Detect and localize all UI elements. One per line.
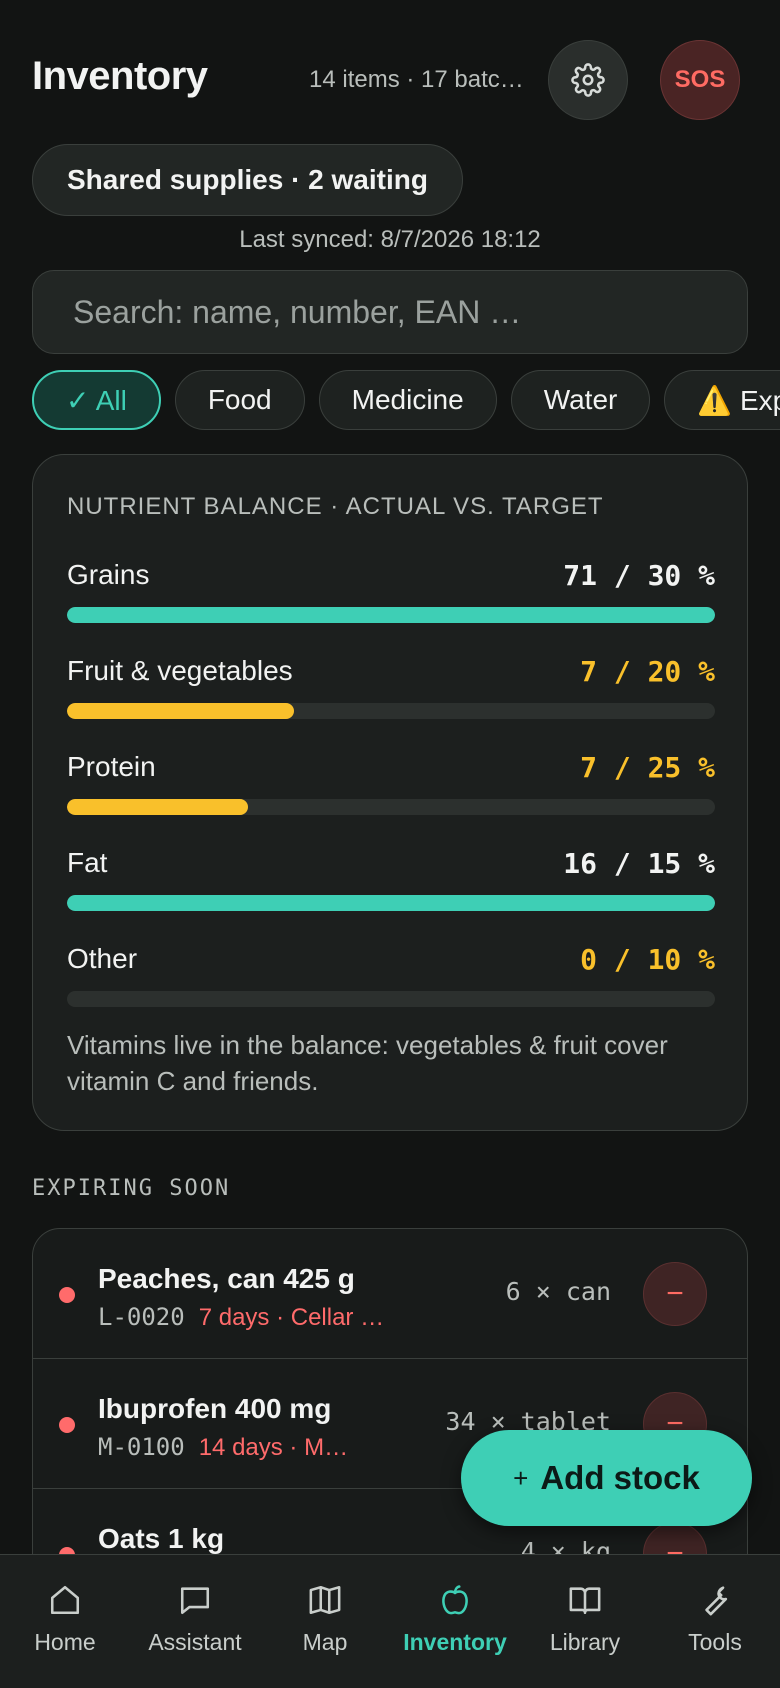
filter-chip-food[interactable]: Food: [174, 370, 305, 430]
nutrient-label: Fruit & vegetables: [67, 655, 293, 686]
nav-label: Home: [34, 1629, 96, 1655]
nav-label: Map: [302, 1629, 348, 1655]
nav-label: Assistant: [148, 1629, 242, 1655]
filter-chip-all[interactable]: ✓ All: [32, 370, 161, 430]
nutrient-label: Grains: [67, 559, 150, 590]
nutrient-label: Fat: [67, 847, 108, 878]
wrench-icon: [705, 1586, 728, 1616]
expiry-status-dot: [59, 1287, 75, 1303]
book-icon: [569, 1587, 601, 1615]
nutrient-progress-fill: [67, 895, 715, 911]
nutrient-value: 71 / 30 %: [563, 559, 715, 592]
nutrient-value: 7 / 25 %: [580, 751, 715, 784]
item-expiry: 14 days · M…: [198, 1434, 349, 1461]
nav-label: Inventory: [403, 1629, 507, 1655]
nutrient-progress-track: [67, 607, 715, 623]
filter-chip-medicine[interactable]: Medicine: [318, 370, 497, 430]
nutrient-row-grains: Grains 71 / 30 %: [67, 559, 715, 639]
item-details: L-0020 7 days · Cellar …: [98, 1303, 398, 1332]
nutrient-progress-track: [67, 895, 715, 911]
nav-item-inventory[interactable]: Inventory: [390, 1555, 520, 1688]
item-code: L-0020: [98, 1303, 185, 1331]
inventory-counts: 14 items · 17 batches: [309, 66, 529, 93]
item-name: Ibuprofen 400 mg: [98, 1393, 332, 1424]
item-code: M-0100: [98, 1433, 185, 1461]
nav-label: Library: [549, 1629, 621, 1655]
nav-item-map[interactable]: Map: [260, 1555, 390, 1688]
nav-label: Tools: [688, 1629, 742, 1655]
nav-item-home[interactable]: Home: [0, 1555, 130, 1688]
nutrient-progress-fill: [67, 607, 715, 623]
search-box[interactable]: [32, 270, 748, 354]
nutrient-progress-track: [67, 991, 715, 1007]
settings-button[interactable]: [548, 40, 628, 120]
decrement-button[interactable]: −: [643, 1262, 707, 1326]
nutrient-row-fruit-vegetables: Fruit & vegetables 7 / 20 %: [67, 655, 715, 735]
item-name: Peaches, can 425 g: [98, 1263, 355, 1294]
shared-supplies-button[interactable]: Shared supplies · 2 waiting: [32, 144, 463, 216]
sos-button[interactable]: SOS: [660, 40, 740, 120]
nutrient-row-protein: Protein 7 / 25 %: [67, 751, 715, 831]
item-quantity: 6 × can: [505, 1277, 611, 1306]
filter-chip-expiring[interactable]: ⚠️ Expiring: [664, 370, 780, 430]
bottom-nav: Home Assistant Map Inventory Library Too…: [0, 1554, 780, 1688]
home-icon: [50, 1585, 80, 1615]
plus-icon: +: [513, 1462, 529, 1493]
item-details: M-0100 14 days · M…: [98, 1433, 398, 1462]
nav-item-library[interactable]: Library: [520, 1555, 650, 1688]
expiry-status-dot: [59, 1417, 75, 1433]
inventory-screen: Inventory 14 items · 17 batches SOS Shar…: [0, 0, 780, 1688]
nutrient-progress-track: [67, 799, 715, 815]
nutrient-label: Protein: [67, 751, 156, 782]
add-stock-label: Add stock: [540, 1459, 700, 1496]
nutrient-value: 7 / 20 %: [580, 655, 715, 688]
nutrient-row-other: Other 0 / 10 %: [67, 943, 715, 1023]
nav-item-tools[interactable]: Tools: [650, 1555, 780, 1688]
search-input[interactable]: [33, 271, 747, 353]
chat-icon: [180, 1587, 210, 1615]
nutrient-label: Other: [67, 943, 138, 974]
nutrient-note: Vitamins live in the balance: vegetables…: [67, 1030, 668, 1096]
nutrient-row-fat: Fat 16 / 15 %: [67, 847, 715, 927]
nutrient-progress-track: [67, 703, 715, 719]
nutrient-value: 16 / 15 %: [563, 847, 715, 880]
add-stock-button[interactable]: + Add stock: [461, 1430, 752, 1526]
filter-chip-water[interactable]: Water: [510, 370, 651, 430]
apple-icon: [442, 1585, 468, 1615]
nutrient-balance-title: NUTRIENT BALANCE · ACTUAL VS. TARGET: [67, 493, 604, 520]
page-title: Inventory: [32, 54, 208, 98]
last-synced-text: Last synced: 8/7/2026 18:12: [239, 226, 541, 253]
list-item[interactable]: Peaches, can 425 g L-0020 7 days · Cellar…: [33, 1229, 747, 1359]
gear-icon: [571, 63, 605, 97]
nutrient-progress-fill: [67, 703, 294, 719]
nav-item-assistant[interactable]: Assistant: [130, 1555, 260, 1688]
nutrient-value: 0 / 10 %: [580, 943, 715, 976]
item-expiry: 7 days · Cellar …: [198, 1304, 385, 1331]
expiring-soon-heading: EXPIRING SOON: [32, 1176, 231, 1201]
nutrient-balance-card: NUTRIENT BALANCE · ACTUAL VS. TARGET Gra…: [32, 454, 748, 1131]
nutrient-progress-fill: [67, 799, 249, 815]
map-icon: [309, 1585, 341, 1615]
minus-icon: −: [666, 1277, 684, 1310]
item-name: Oats 1 kg: [98, 1523, 225, 1554]
filter-chips: ✓ All Food Medicine Water ⚠️ Expiring: [32, 370, 780, 430]
